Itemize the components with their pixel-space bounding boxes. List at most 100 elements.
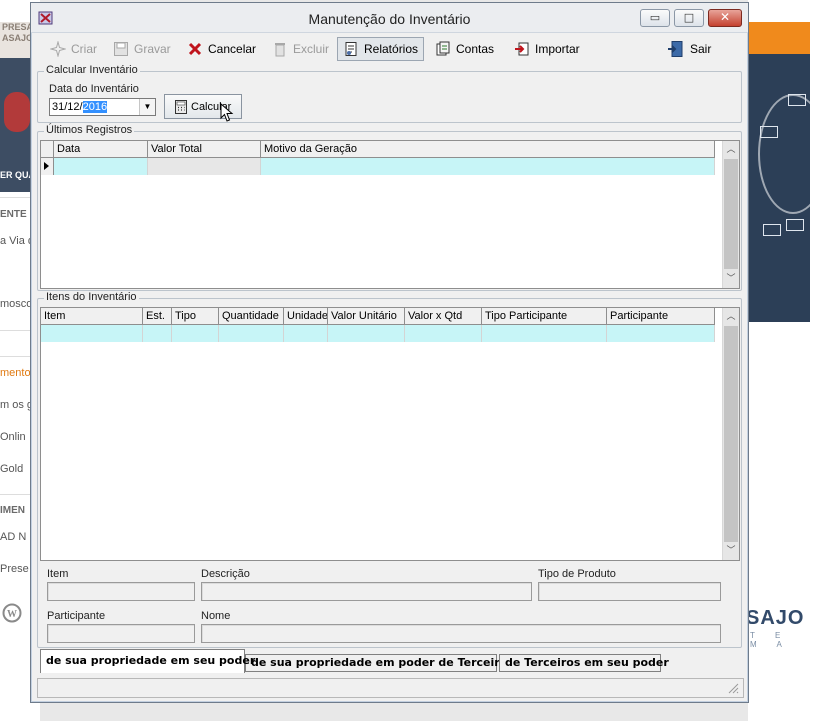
new-star-icon: [50, 41, 66, 57]
importar-button[interactable]: Importar: [509, 37, 585, 61]
trash-icon: [275, 43, 285, 57]
registros-scrollbar[interactable]: ︿ ﹀: [722, 141, 739, 288]
cell-tipo-participante[interactable]: [482, 325, 607, 342]
bg-menu-item[interactable]: a Via d: [0, 235, 34, 247]
bg-menu-item[interactable]: Prese: [0, 563, 29, 575]
col-valor-unitario-header[interactable]: Valor Unitário: [328, 308, 405, 325]
col-quantidade-header[interactable]: Quantidade: [219, 308, 284, 325]
bg-menu-item[interactable]: m os g: [0, 399, 33, 411]
wordpress-icon[interactable]: W: [2, 603, 22, 623]
calculator-icon: [175, 99, 187, 114]
tab-propria-em-poder-terceiros[interactable]: de sua propriedade em poder de Terceiros: [245, 654, 514, 672]
chevron-down-icon[interactable]: ▼: [139, 99, 155, 115]
scroll-up-icon[interactable]: ︿: [723, 142, 739, 158]
close-button[interactable]: ✕: [708, 9, 742, 27]
descricao-field[interactable]: [201, 582, 532, 601]
cell-quantidade[interactable]: [219, 325, 284, 342]
col-unidade-header[interactable]: Unidade: [284, 308, 328, 325]
col-motivo-header[interactable]: Motivo da Geração: [261, 141, 715, 158]
minimize-icon: ▭: [649, 11, 661, 24]
relatorios-label: Relatórios: [364, 42, 419, 56]
col-valor-qtd-header[interactable]: Valor x Qtd: [405, 308, 482, 325]
sair-button[interactable]: Sair: [662, 37, 716, 61]
maximize-icon: □: [683, 11, 695, 24]
scroll-thumb[interactable]: [724, 326, 738, 542]
report-icon: [345, 42, 357, 56]
minimize-button[interactable]: ▭: [640, 9, 670, 27]
maximize-button[interactable]: □: [674, 9, 704, 27]
table-row[interactable]: [41, 325, 715, 342]
col-tipo-participante-header[interactable]: Tipo Participante: [482, 308, 607, 325]
itens-scrollbar[interactable]: ︿ ﹀: [722, 308, 739, 560]
registros-grid[interactable]: Data Valor Total Motivo da Geração ︿ ﹀: [40, 140, 740, 289]
exit-door-icon: [668, 41, 683, 57]
calcular-legend: Calcular Inventário: [44, 64, 140, 76]
table-row[interactable]: [41, 158, 715, 175]
resize-grip-icon[interactable]: [728, 683, 739, 694]
nome-label: Nome: [201, 610, 231, 622]
scroll-down-icon[interactable]: ﹀: [723, 271, 739, 287]
date-value: 31/12/2016: [52, 101, 108, 113]
bg-menu-item[interactable]: Onlin: [0, 431, 26, 443]
importar-label: Importar: [535, 42, 580, 56]
bg-menu-item[interactable]: mosco: [0, 298, 32, 310]
relatorios-button[interactable]: Relatórios: [337, 37, 425, 61]
cell-unidade[interactable]: [284, 325, 328, 342]
cell-motivo[interactable]: [261, 158, 715, 175]
inventory-window: Manutenção do Inventário ▭ □ ✕ Criar Gra…: [30, 2, 749, 703]
sair-label: Sair: [690, 42, 712, 56]
bg-menu-item[interactable]: Gold: [0, 463, 23, 475]
col-participante-header[interactable]: Participante: [607, 308, 715, 325]
itens-grid[interactable]: Item Est. Tipo Quantidade Unidade Valor …: [40, 307, 740, 561]
scroll-down-icon[interactable]: ﹀: [723, 543, 739, 559]
save-icon: [114, 42, 128, 56]
tab-propria-em-seu-poder[interactable]: de sua propriedade em seu poder: [40, 649, 255, 673]
scroll-thumb[interactable]: [724, 159, 738, 269]
cell-valor-qtd[interactable]: [405, 325, 482, 342]
cell-valor-unitario[interactable]: [328, 325, 405, 342]
col-valor-total-header[interactable]: Valor Total: [148, 141, 261, 158]
background-brand-sub: T E M A: [750, 631, 791, 649]
import-icon: [515, 42, 529, 56]
svg-text:W: W: [7, 609, 17, 620]
banner-figure: [4, 92, 30, 132]
inventory-date-combo[interactable]: 31/12/2016 ▼: [49, 98, 156, 116]
tab-terceiros-em-seu-poder[interactable]: de Terceiros em seu poder: [499, 654, 669, 672]
cell-data[interactable]: [54, 158, 148, 175]
row-indicator: [41, 158, 54, 175]
col-item-header[interactable]: Item: [41, 308, 143, 325]
accounts-icon: [436, 41, 450, 56]
background-illustration: [748, 22, 816, 322]
bg-menu-item[interactable]: AD N: [0, 531, 26, 543]
close-icon: ✕: [719, 10, 731, 24]
contas-button[interactable]: Contas: [430, 37, 499, 61]
col-tipo-header[interactable]: Tipo: [172, 308, 219, 325]
scroll-up-icon[interactable]: ︿: [723, 309, 739, 325]
excluir-label: Excluir: [293, 42, 330, 56]
background-brand: SAJO: [746, 607, 805, 629]
col-data-header[interactable]: Data: [54, 141, 148, 158]
contas-label: Contas: [456, 42, 495, 56]
participante-field[interactable]: [47, 624, 195, 643]
gravar-button[interactable]: Gravar: [108, 37, 176, 61]
title-bar[interactable]: Manutenção do Inventário ▭ □ ✕: [31, 3, 748, 33]
date-selected-year: 2016: [82, 101, 108, 113]
excluir-button[interactable]: Excluir: [267, 37, 334, 61]
cancelar-button[interactable]: Cancelar: [182, 37, 261, 61]
bg-menu-item[interactable]: mento: [0, 367, 31, 379]
bg-menu-item[interactable]: ENTE: [0, 209, 27, 220]
cell-est[interactable]: [143, 325, 172, 342]
cell-participante[interactable]: [607, 325, 715, 342]
tipo-produto-field[interactable]: [538, 582, 721, 601]
criar-button[interactable]: Criar: [45, 37, 102, 61]
nome-field[interactable]: [201, 624, 721, 643]
cell-item[interactable]: [41, 325, 143, 342]
cell-valor-total[interactable]: [148, 158, 261, 175]
bg-menu-item[interactable]: IMEN: [0, 505, 25, 516]
cell-tipo[interactable]: [172, 325, 219, 342]
item-label: Item: [47, 568, 69, 580]
itens-header-row: Item Est. Tipo Quantidade Unidade Valor …: [41, 308, 715, 325]
item-field[interactable]: [47, 582, 195, 601]
date-label: Data do Inventário: [49, 83, 139, 95]
col-est-header[interactable]: Est.: [143, 308, 172, 325]
